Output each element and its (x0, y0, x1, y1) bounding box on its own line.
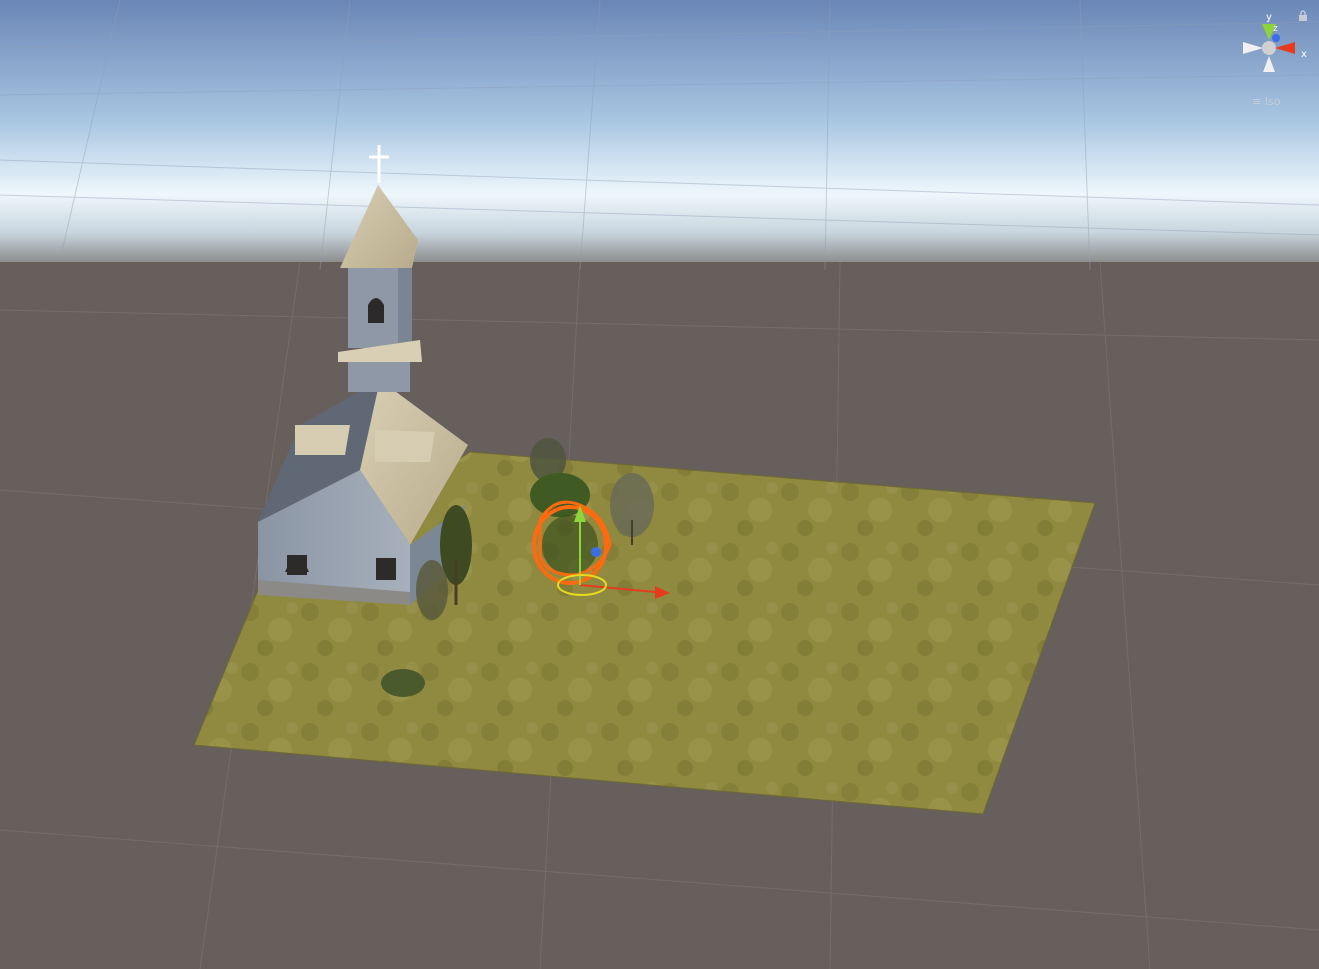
scene-viewport[interactable] (0, 0, 1319, 969)
menu-lines-icon: ≡ (1252, 95, 1262, 108)
z-axis-label: z (1273, 24, 1278, 34)
projection-label: Iso (1264, 95, 1281, 108)
x-axis-cone-icon[interactable] (1275, 42, 1295, 54)
lock-icon[interactable] (1298, 10, 1308, 22)
bush[interactable] (381, 669, 425, 697)
projection-toggle[interactable]: ≡ Iso (1252, 95, 1280, 108)
x-axis-label: x (1301, 49, 1307, 60)
scene-canvas[interactable] (0, 0, 1319, 969)
neg-y-axis-cone-icon[interactable] (1263, 56, 1275, 72)
z-axis-cone-icon[interactable] (1272, 34, 1280, 42)
neg-x-axis-cone-icon[interactable] (1243, 42, 1263, 54)
y-axis-label: y (1266, 12, 1272, 23)
z-axis-handle[interactable] (591, 547, 601, 557)
tree[interactable] (416, 560, 448, 620)
